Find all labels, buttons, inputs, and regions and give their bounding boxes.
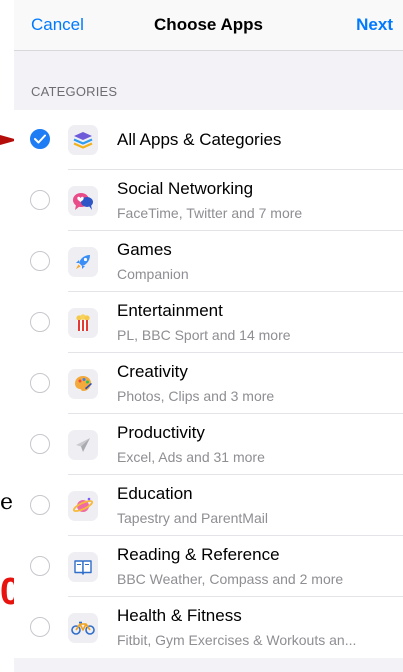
section-header: CATEGORIES [31, 84, 118, 99]
category-row-education[interactable]: Education Tapestry and ParentMail [14, 475, 403, 536]
palette-icon [68, 368, 98, 399]
category-title: Creativity [117, 362, 188, 381]
radio-circle-icon[interactable] [30, 372, 50, 393]
choose-apps-screen: Cancel Choose Apps Next CATEGORIES All A… [14, 0, 403, 672]
planet-icon [68, 490, 98, 521]
category-subtitle: Tapestry and ParentMail [117, 510, 268, 526]
cropped-red-text: 0 [0, 572, 14, 612]
category-title: Education [117, 484, 193, 503]
category-row-health-fitness[interactable]: Health & Fitness Fitbit, Gym Exercises &… [14, 597, 403, 658]
radio-circle-icon[interactable] [30, 494, 50, 515]
category-title: Health & Fitness [117, 606, 242, 625]
category-row-entertainment[interactable]: Entertainment PL, BBC Sport and 14 more [14, 292, 403, 353]
radio-circle-icon[interactable] [30, 616, 50, 637]
navigation-bar: Cancel Choose Apps Next [14, 0, 403, 51]
chat-bubble-icon [68, 185, 98, 216]
category-subtitle: Excel, Ads and 31 more [117, 449, 265, 465]
category-title: Reading & Reference [117, 545, 280, 564]
category-subtitle: Companion [117, 266, 189, 282]
category-list: All Apps & Categories Social Networking … [14, 110, 403, 658]
check-circle-icon[interactable] [30, 129, 50, 149]
category-title: Productivity [117, 423, 205, 442]
rocket-icon [68, 246, 98, 277]
popcorn-icon [68, 307, 98, 338]
category-row-games[interactable]: Games Companion [14, 231, 403, 292]
radio-circle-icon[interactable] [30, 250, 50, 271]
category-row-creativity[interactable]: Creativity Photos, Clips and 3 more [14, 353, 403, 414]
bicycle-icon [68, 612, 98, 643]
category-row-reading-reference[interactable]: Reading & Reference BBC Weather, Compass… [14, 536, 403, 597]
category-title: Social Networking [117, 179, 254, 198]
page-title: Choose Apps [154, 15, 263, 34]
next-button[interactable]: Next [356, 15, 393, 35]
category-row-all-apps[interactable]: All Apps & Categories [14, 110, 403, 170]
category-subtitle: PL, BBC Sport and 14 more [117, 327, 291, 343]
category-subtitle: Photos, Clips and 3 more [117, 388, 275, 404]
radio-circle-icon[interactable] [30, 555, 50, 576]
category-title: Games [117, 240, 172, 259]
category-title: Entertainment [117, 301, 223, 320]
category-subtitle: BBC Weather, Compass and 2 more [117, 571, 344, 587]
radio-circle-icon[interactable] [30, 433, 50, 454]
book-icon [68, 551, 98, 582]
category-subtitle: FaceTime, Twitter and 7 more [117, 205, 303, 221]
category-subtitle: Fitbit, Gym Exercises & Workouts an... [117, 632, 357, 648]
cropped-side-text: e [0, 490, 14, 515]
stack-icon [68, 125, 98, 155]
radio-circle-icon[interactable] [30, 311, 50, 332]
radio-circle-icon[interactable] [30, 189, 50, 210]
category-title: All Apps & Categories [117, 130, 282, 149]
paper-plane-icon [68, 429, 98, 460]
category-row-productivity[interactable]: Productivity Excel, Ads and 31 more [14, 414, 403, 475]
category-row-social-networking[interactable]: Social Networking FaceTime, Twitter and … [14, 170, 403, 231]
